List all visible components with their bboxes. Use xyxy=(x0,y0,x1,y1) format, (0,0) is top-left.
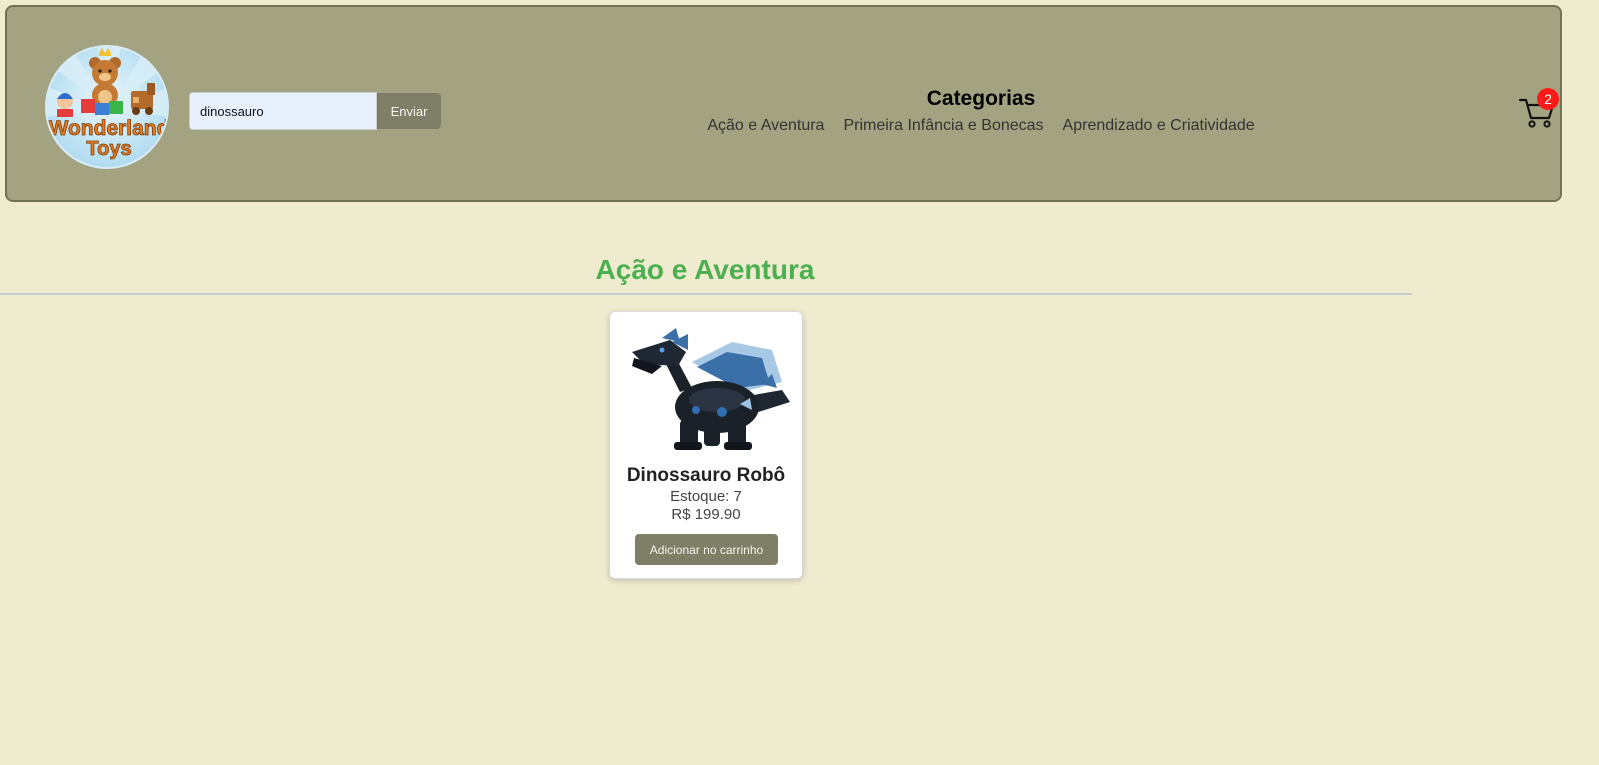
site-header: Wonderland Toys Enviar Categorias Ação e… xyxy=(5,5,1562,202)
category-link-aprendizado[interactable]: Aprendizado e Criatividade xyxy=(1063,115,1255,137)
svg-text:Toys: Toys xyxy=(86,138,131,160)
product-name: Dinossauro Robô xyxy=(626,465,786,486)
category-link-primeira-infancia[interactable]: Primeira Infância e Bonecas xyxy=(843,115,1043,137)
categories-title: Categorias xyxy=(926,87,1036,110)
add-to-cart-button[interactable]: Adicionar no carrinho xyxy=(635,534,778,565)
product-price: R$ 199.90 xyxy=(671,506,741,523)
product-stock: Estoque: 7 xyxy=(670,488,742,505)
section-divider xyxy=(0,293,1412,295)
search-submit-button[interactable]: Enviar xyxy=(377,93,441,129)
product-card: Dinossauro Robô Estoque: 7 R$ 199.90 Adi… xyxy=(609,311,803,579)
category-link-acao-aventura[interactable]: Ação e Aventura xyxy=(707,115,824,137)
svg-text:Wonderland: Wonderland xyxy=(49,117,169,140)
cart-count-badge: 2 xyxy=(1537,88,1559,110)
categories-nav: Categorias Ação e Aventura Primeira Infâ… xyxy=(707,87,1255,137)
robot-dinosaur-image xyxy=(632,328,790,450)
search-input[interactable] xyxy=(189,92,377,130)
wonderland-toys-logo[interactable]: Wonderland Toys xyxy=(45,45,169,169)
categories-links: Ação e Aventura Primeira Infância e Bone… xyxy=(707,115,1255,137)
logo-image: Wonderland Toys xyxy=(47,47,169,160)
section-title: Ação e Aventura xyxy=(595,254,815,285)
